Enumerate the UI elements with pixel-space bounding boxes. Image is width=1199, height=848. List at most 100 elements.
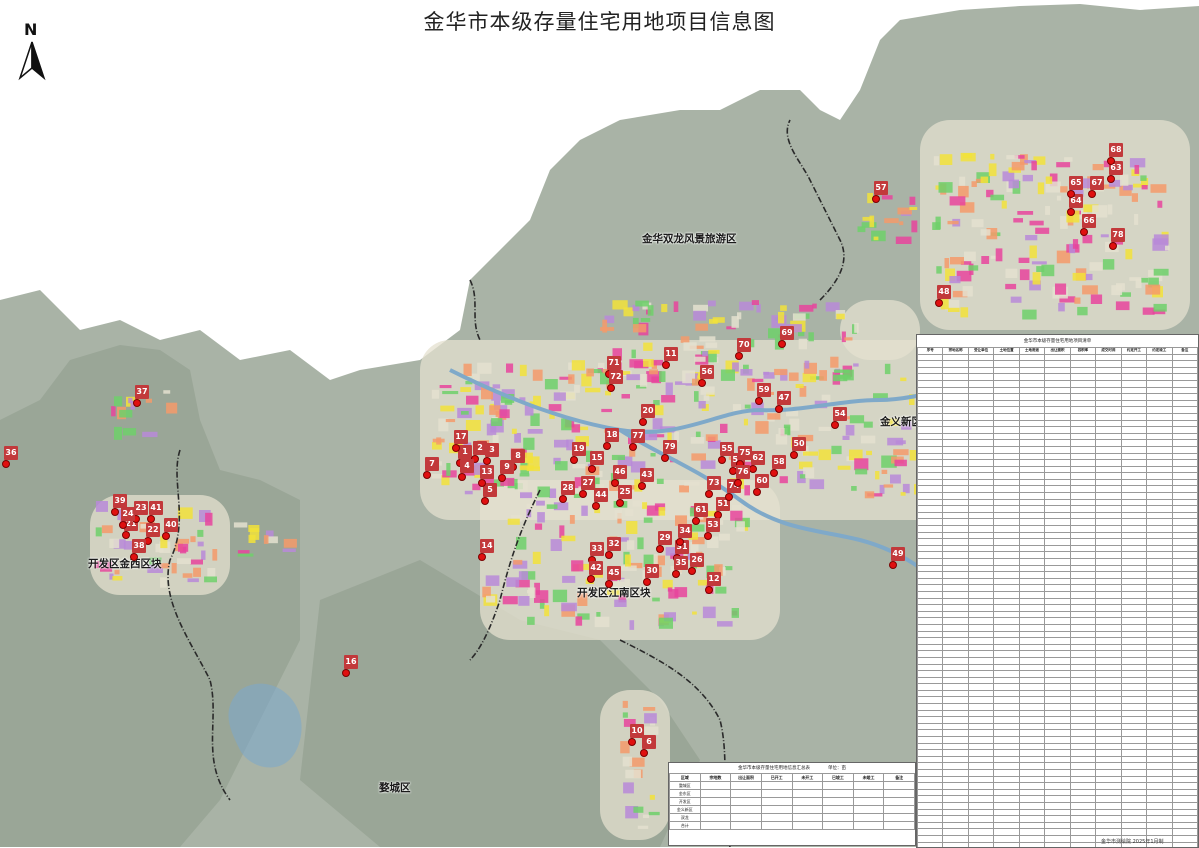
landuse-patch xyxy=(519,364,527,377)
project-marker-46[interactable]: 46 xyxy=(613,465,627,479)
project-marker-60[interactable]: 60 xyxy=(755,474,769,488)
project-marker-27[interactable]: 27 xyxy=(581,476,595,490)
project-marker-26[interactable]: 26 xyxy=(690,553,704,567)
project-marker-71[interactable]: 71 xyxy=(607,356,621,370)
table-cell xyxy=(1069,590,1097,599)
project-marker-14[interactable]: 14 xyxy=(480,539,494,553)
project-marker-79[interactable]: 79 xyxy=(663,440,677,454)
project-marker-43[interactable]: 43 xyxy=(640,468,654,482)
project-marker-18[interactable]: 18 xyxy=(605,428,619,442)
landuse-patch xyxy=(532,369,543,381)
project-marker-16[interactable]: 16 xyxy=(344,655,358,669)
project-marker-70[interactable]: 70 xyxy=(737,338,751,352)
table-cell xyxy=(1120,525,1148,533)
table-cell xyxy=(1069,393,1097,401)
project-marker-77[interactable]: 77 xyxy=(631,429,645,443)
project-marker-47[interactable]: 47 xyxy=(777,391,791,405)
table-cell xyxy=(967,630,995,639)
project-marker-20[interactable]: 20 xyxy=(641,404,655,418)
project-marker-57[interactable]: 57 xyxy=(874,181,888,195)
table-cell xyxy=(917,412,944,421)
marker-pin-16 xyxy=(342,669,350,677)
project-marker-33[interactable]: 33 xyxy=(590,542,604,556)
table-cell xyxy=(1146,683,1173,691)
project-marker-45[interactable]: 45 xyxy=(607,566,621,580)
project-marker-9[interactable]: 9 xyxy=(500,460,514,474)
project-marker-76[interactable]: 76 xyxy=(736,465,750,479)
project-marker-72[interactable]: 72 xyxy=(609,370,623,384)
table-cell xyxy=(917,808,944,817)
project-marker-37[interactable]: 37 xyxy=(135,385,149,399)
project-marker-30[interactable]: 30 xyxy=(645,564,659,578)
project-marker-11[interactable]: 11 xyxy=(664,347,678,361)
project-marker-69[interactable]: 69 xyxy=(780,326,794,340)
project-marker-68[interactable]: 68 xyxy=(1109,143,1123,157)
project-marker-24[interactable]: 24 xyxy=(121,507,135,521)
project-marker-53[interactable]: 53 xyxy=(706,518,720,532)
table-cell xyxy=(917,762,944,770)
project-marker-6[interactable]: 6 xyxy=(642,735,656,749)
project-marker-34[interactable]: 34 xyxy=(678,524,692,538)
table-cell xyxy=(1069,406,1097,414)
table-cell xyxy=(1095,617,1122,625)
project-marker-59[interactable]: 59 xyxy=(757,383,771,397)
landuse-patch xyxy=(895,236,912,244)
project-marker-12[interactable]: 12 xyxy=(707,572,721,586)
project-marker-48[interactable]: 48 xyxy=(937,285,951,299)
table-cell xyxy=(1146,722,1173,731)
project-marker-28[interactable]: 28 xyxy=(561,481,575,495)
project-marker-22[interactable]: 22 xyxy=(146,523,160,537)
project-marker-1[interactable]: 1 xyxy=(458,445,472,459)
table-cell xyxy=(1171,406,1198,414)
project-marker-23[interactable]: 23 xyxy=(134,501,148,515)
table-cell xyxy=(967,485,995,494)
project-marker-15[interactable]: 15 xyxy=(590,451,604,465)
project-marker-44[interactable]: 44 xyxy=(594,488,608,502)
table-cell xyxy=(942,742,969,751)
project-marker-62[interactable]: 62 xyxy=(751,451,765,465)
project-marker-50[interactable]: 50 xyxy=(792,437,806,451)
project-marker-67[interactable]: 67 xyxy=(1090,176,1104,190)
table-cell xyxy=(1171,564,1198,573)
landuse-patch xyxy=(900,492,906,496)
project-marker-35[interactable]: 35 xyxy=(674,556,688,570)
project-marker-36[interactable]: 36 xyxy=(4,446,18,460)
table-cell xyxy=(1069,709,1097,718)
project-marker-78[interactable]: 78 xyxy=(1111,228,1125,242)
project-marker-73[interactable]: 73 xyxy=(707,476,721,490)
landuse-patch xyxy=(752,378,764,383)
project-marker-38[interactable]: 38 xyxy=(132,539,146,553)
table-cell xyxy=(1018,590,1046,599)
project-marker-75[interactable]: 75 xyxy=(738,446,752,460)
project-marker-3[interactable]: 3 xyxy=(485,443,499,457)
marker-pin-28 xyxy=(559,495,567,503)
project-marker-7[interactable]: 7 xyxy=(425,457,439,471)
landuse-patch xyxy=(736,521,745,532)
table-header-cell: 宗地名称 xyxy=(942,347,969,355)
project-marker-25[interactable]: 25 xyxy=(618,485,632,499)
project-marker-41[interactable]: 41 xyxy=(149,501,163,515)
project-marker-39[interactable]: 39 xyxy=(113,494,127,508)
landuse-patch xyxy=(1013,218,1023,223)
project-marker-10[interactable]: 10 xyxy=(630,724,644,738)
project-marker-66[interactable]: 66 xyxy=(1082,214,1096,228)
project-marker-29[interactable]: 29 xyxy=(658,531,672,545)
project-marker-61[interactable]: 61 xyxy=(694,503,708,517)
project-marker-58[interactable]: 58 xyxy=(772,455,786,469)
project-marker-19[interactable]: 19 xyxy=(572,442,586,456)
project-marker-13[interactable]: 13 xyxy=(480,465,494,479)
table-cell xyxy=(1018,623,1046,632)
project-marker-65[interactable]: 65 xyxy=(1069,176,1083,190)
project-marker-32[interactable]: 32 xyxy=(607,537,621,551)
project-marker-40[interactable]: 40 xyxy=(164,518,178,532)
marker-pin-49 xyxy=(889,561,897,569)
project-marker-17[interactable]: 17 xyxy=(454,430,468,444)
table-cell xyxy=(1120,782,1148,790)
project-marker-56[interactable]: 56 xyxy=(700,365,714,379)
project-marker-55[interactable]: 55 xyxy=(720,442,734,456)
table-cell xyxy=(967,709,995,718)
project-marker-4[interactable]: 4 xyxy=(460,459,474,473)
project-marker-42[interactable]: 42 xyxy=(589,561,603,575)
project-marker-49[interactable]: 49 xyxy=(891,547,905,561)
project-marker-54[interactable]: 54 xyxy=(833,407,847,421)
